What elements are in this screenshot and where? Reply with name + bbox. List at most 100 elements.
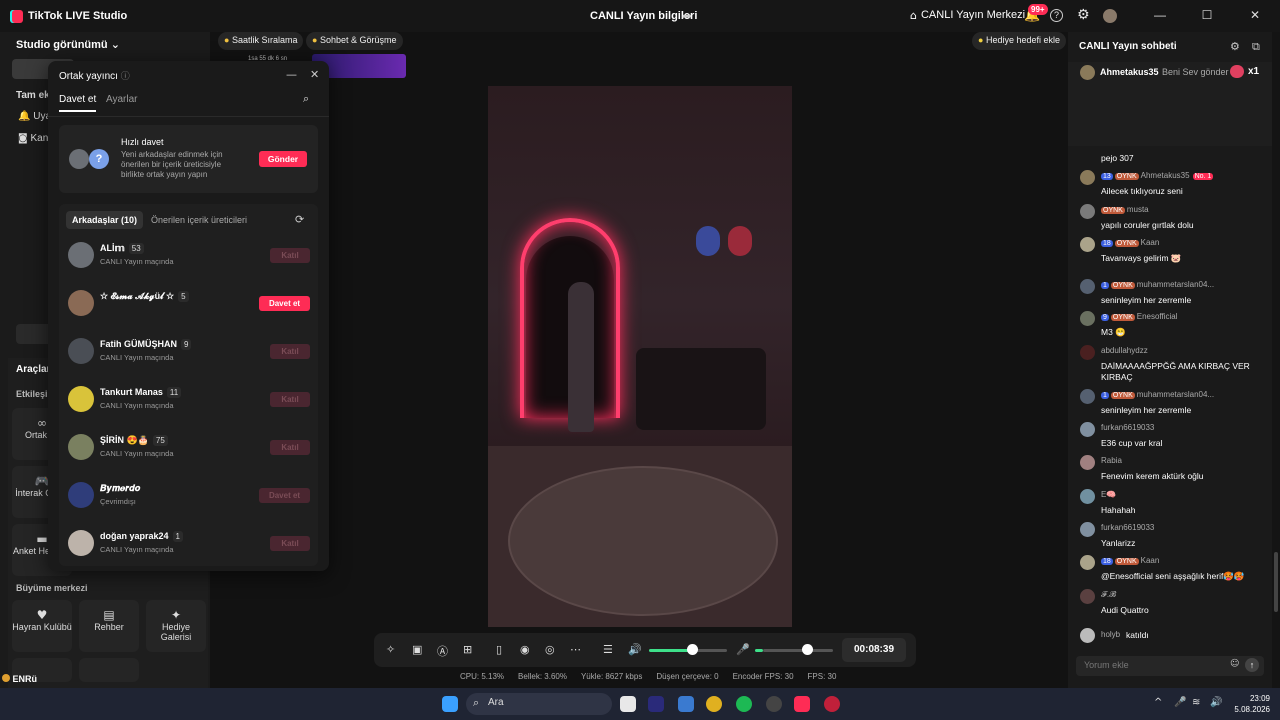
chat-user[interactable]: Ahmetakus35 (1141, 171, 1190, 180)
scrollbar[interactable] (1272, 32, 1280, 688)
fan-club-tool[interactable]: ♥ Hayran Kulübü (12, 600, 72, 652)
mic-icon[interactable]: 🎤 (736, 643, 750, 656)
avatar (68, 386, 94, 412)
capture-icon[interactable]: ◎ (545, 643, 555, 656)
close-icon[interactable]: ✕ (310, 68, 319, 81)
chat-user[interactable]: Rabia (1101, 456, 1122, 465)
chat-meta: OYNK musta (1101, 205, 1149, 214)
extra-tool[interactable] (79, 658, 139, 682)
alerts-item[interactable]: 🔔 Uya (18, 111, 51, 122)
gear-icon[interactable]: ⚙ (1230, 40, 1240, 53)
avatar (1080, 555, 1095, 570)
comment-input[interactable]: Yorum ekle ☺ ↑ (1076, 656, 1264, 676)
live-center-button[interactable]: ⌂ CANLI Yayın Merkezi (910, 9, 1025, 22)
mixer-icon[interactable]: ☰ (603, 643, 613, 656)
level-badge: 18 (1101, 558, 1113, 565)
chat-user[interactable]: muhammetarslan04... (1137, 280, 1214, 289)
maximize-icon[interactable]: ☐ (1197, 8, 1217, 22)
screen-icon[interactable]: ▣ (412, 643, 422, 656)
chat-user[interactable]: E🧠 (1101, 490, 1116, 499)
avatar[interactable] (1103, 9, 1117, 23)
spotify-icon[interactable] (736, 696, 752, 712)
invite-button[interactable]: Davet et (259, 488, 310, 503)
volume-slider[interactable] (687, 644, 698, 655)
mic-slider[interactable] (802, 644, 813, 655)
ai-icon[interactable]: Ⓐ (437, 643, 448, 659)
share-icon[interactable]: ➦ (682, 9, 692, 23)
scrollbar-thumb[interactable] (1274, 552, 1278, 612)
add-media-icon[interactable]: ⊞ (463, 643, 472, 656)
gift-goal-button[interactable]: ● Hediye hedefi ekle (972, 32, 1067, 50)
wifi-icon[interactable]: ≋ (1192, 697, 1200, 708)
tab-settings[interactable]: Ayarlar (106, 94, 138, 105)
volume-icon[interactable]: 🔊 (1210, 697, 1222, 708)
media-icon[interactable] (824, 696, 840, 712)
camera-label: Kan (30, 133, 49, 144)
popout-icon[interactable]: ⧉ (1252, 40, 1260, 54)
guide-tool[interactable]: ▤ Rehber (79, 600, 139, 652)
join-button[interactable]: Katıl (270, 440, 310, 455)
tab-invite[interactable]: Davet et (59, 94, 97, 112)
emoji-icon[interactable]: ☺ (1230, 659, 1239, 669)
minimize-icon[interactable]: — (1150, 8, 1170, 22)
chat-user[interactable]: Kaan (1141, 238, 1160, 247)
tab-friends[interactable]: Arkadaşlar (10) (66, 211, 144, 229)
help-icon[interactable]: ? (1050, 9, 1063, 22)
tiktok-icon[interactable] (794, 696, 810, 712)
app-icon[interactable] (766, 696, 782, 712)
friend-name: 𝑩𝒚𝒎𝒆𝒓𝒅𝒐 (100, 483, 141, 493)
studio-view-dropdown[interactable]: Studio görünümü ⌄ (16, 38, 120, 51)
friend-name-wrap: doğan yaprak24 1 (100, 531, 183, 542)
pinned-text: Beni Sev gönder (1162, 67, 1229, 77)
chat-user[interactable]: 𝓕.𝓑 (1101, 590, 1116, 599)
camera-item[interactable]: ◙ Kan (18, 133, 48, 144)
close-icon[interactable]: ✕ (1245, 8, 1265, 22)
friend-status: CANLI Yayın maçında (100, 401, 174, 410)
chrome-icon[interactable] (706, 696, 722, 712)
speaker-icon[interactable]: 🔊 (628, 643, 642, 656)
task-view-icon[interactable] (620, 696, 636, 712)
chat-meta: furkan6619033 (1101, 423, 1154, 432)
record-icon[interactable]: ◉ (520, 643, 530, 656)
info-icon[interactable]: ⓘ (121, 69, 130, 82)
search-icon[interactable]: ⌕ (303, 92, 309, 106)
send-arrow-icon[interactable]: ↑ (1245, 658, 1259, 672)
chat-user[interactable]: musta (1127, 205, 1149, 214)
chat-text: E36 cup var kral (1101, 438, 1163, 448)
effects-icon[interactable]: ✧ (386, 643, 395, 656)
more-icon[interactable]: ⋯ (570, 643, 581, 656)
gift-gallery-tool[interactable]: ✦ Hediye Galerisi (146, 600, 206, 652)
chat-user[interactable]: furkan6619033 (1101, 423, 1154, 432)
chat-user[interactable]: muhammetarslan04... (1137, 390, 1214, 399)
invite-button[interactable]: Davet et (259, 296, 310, 311)
minimize-icon[interactable]: — (286, 68, 297, 81)
phone-icon[interactable]: ▯ (496, 643, 502, 656)
refresh-icon[interactable]: ⟳ (295, 213, 304, 226)
chat-user[interactable]: abdullahydzz (1101, 346, 1148, 355)
chat-text: seninleyim her zerremle (1101, 405, 1192, 415)
join-button[interactable]: Katıl (270, 536, 310, 551)
join-button[interactable]: Katıl (270, 248, 310, 263)
clock[interactable]: 23:09 5.08.2026 (1226, 693, 1270, 715)
chat-user[interactable]: furkan6619033 (1101, 523, 1154, 532)
chat-user[interactable]: Kaan (1141, 556, 1160, 565)
join-button[interactable]: Katıl (270, 392, 310, 407)
after-effects-icon[interactable] (648, 696, 664, 712)
join-button[interactable]: Katıl (270, 344, 310, 359)
mic-icon[interactable]: 🎤 (1174, 697, 1186, 708)
taskbar-search[interactable]: ⌕ Ara (466, 693, 612, 715)
windows-start-icon[interactable] (442, 696, 458, 712)
mail-icon[interactable] (678, 696, 694, 712)
bottom-user-label: ENRü (12, 674, 38, 684)
chat-user[interactable]: Enesofficial (1137, 312, 1178, 321)
level-badge: 18 (1101, 240, 1113, 247)
chevron-up-icon[interactable]: ^ (1154, 697, 1162, 708)
chat-meet-chip[interactable]: ● Sohbet & Görüşme (306, 32, 403, 50)
tab-suggested[interactable]: Önerilen içerik üreticileri (151, 215, 247, 225)
chip-label: Sohbet & Görüşme (319, 35, 397, 45)
hourly-ranking-chip[interactable]: ● Saatlik Sıralama (218, 32, 304, 50)
gear-icon[interactable]: ⚙ (1077, 7, 1090, 23)
growth-title: Büyüme merkezi (16, 583, 88, 593)
send-button[interactable]: Gönder (259, 151, 307, 167)
chat-meta: 9 OYNK Enesofficial (1101, 312, 1178, 321)
